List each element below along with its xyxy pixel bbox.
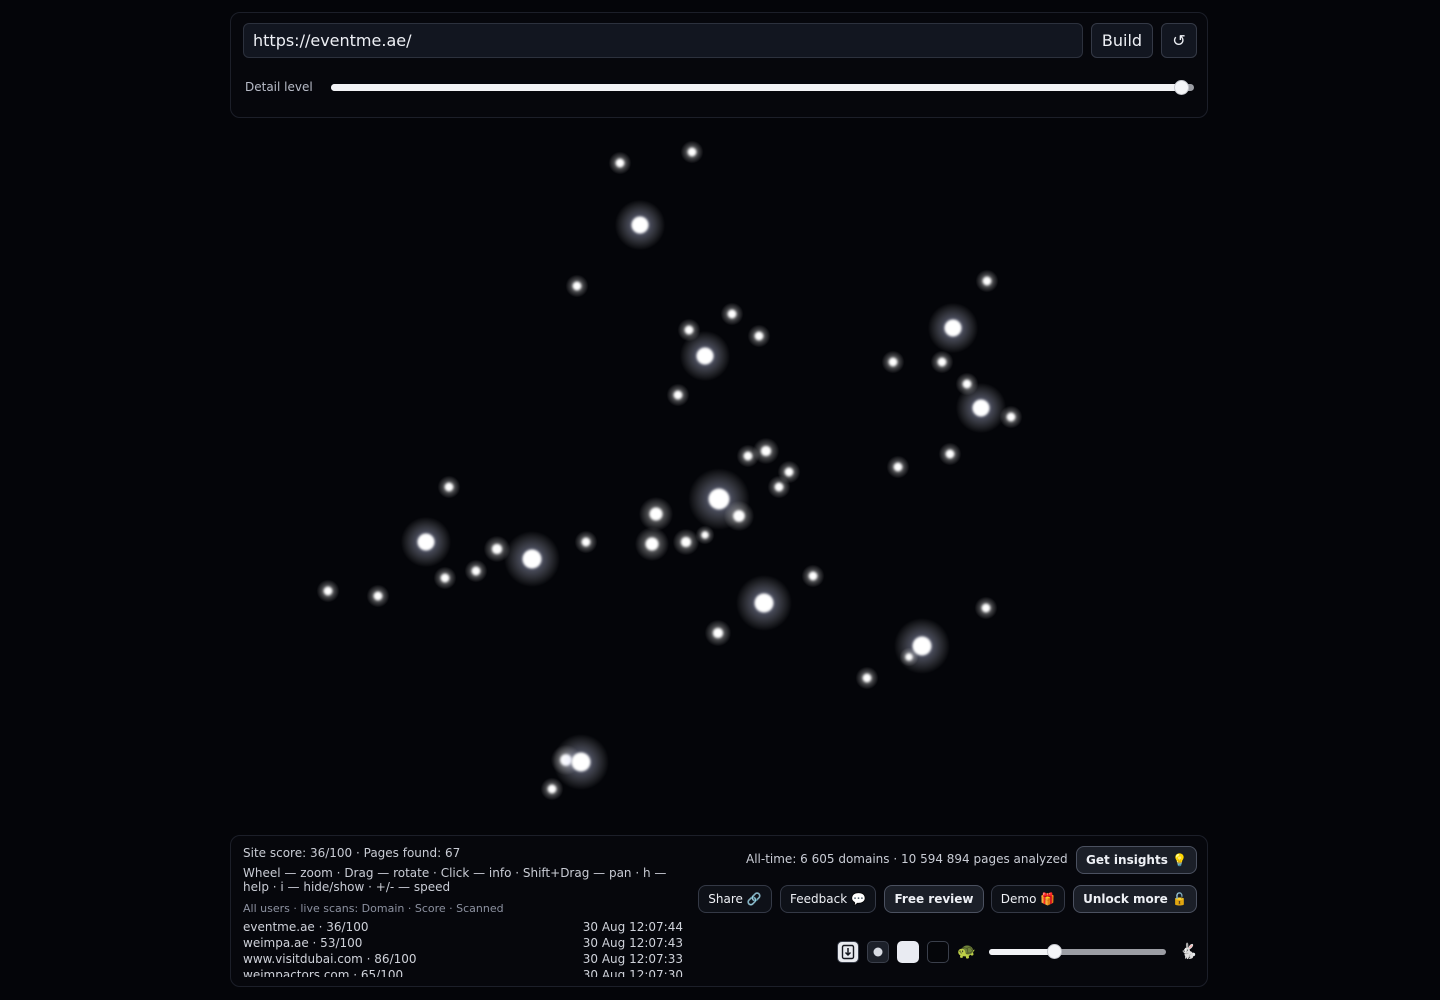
list-item[interactable]: weimpactors.com · 65/100 30 Aug 12:07:30 bbox=[243, 967, 683, 977]
free-review-button[interactable]: Free review bbox=[884, 885, 984, 913]
list-item[interactable]: www.visitdubai.com · 86/100 30 Aug 12:07… bbox=[243, 951, 683, 967]
graph-node[interactable] bbox=[955, 382, 1007, 434]
scan-time: 30 Aug 12:07:43 bbox=[582, 936, 683, 950]
node-style-button[interactable] bbox=[867, 941, 889, 963]
graph-node[interactable] bbox=[540, 777, 564, 801]
share-button[interactable]: Share 🔗 bbox=[698, 885, 772, 913]
dot-icon bbox=[873, 947, 883, 957]
graph-node[interactable] bbox=[553, 734, 609, 790]
build-button[interactable]: Build bbox=[1091, 23, 1153, 58]
demo-button[interactable]: Demo 🎁 bbox=[991, 885, 1065, 913]
graph-node[interactable] bbox=[801, 564, 825, 588]
detail-level-slider[interactable] bbox=[331, 80, 1194, 95]
scan-domain: eventme.ae · 36/100 bbox=[243, 920, 369, 934]
detail-level-label: Detail level bbox=[245, 80, 313, 94]
rabbit-icon: 🐇 bbox=[1179, 942, 1198, 960]
scan-domain: weimpactors.com · 65/100 bbox=[243, 968, 404, 977]
graph-node[interactable] bbox=[899, 647, 919, 667]
graph-node[interactable] bbox=[704, 619, 732, 647]
graph-node[interactable] bbox=[666, 383, 690, 407]
graph-node[interactable] bbox=[695, 525, 715, 545]
graph-node[interactable] bbox=[767, 475, 791, 499]
detail-level-thumb[interactable] bbox=[1174, 80, 1190, 95]
download-icon bbox=[841, 944, 855, 960]
graph-node[interactable] bbox=[574, 530, 598, 554]
graph-node[interactable] bbox=[886, 455, 910, 479]
graph-node[interactable] bbox=[638, 496, 674, 532]
graph-node[interactable] bbox=[736, 575, 792, 631]
graph-node[interactable] bbox=[464, 559, 488, 583]
speed-thumb[interactable] bbox=[1047, 944, 1063, 959]
speed-fill bbox=[989, 949, 1055, 955]
graph-node[interactable] bbox=[894, 618, 950, 674]
url-panel: Build ↺ Detail level bbox=[230, 12, 1208, 118]
graph-node[interactable] bbox=[975, 269, 999, 293]
live-scans-header: All users · live scans: Domain · Score ·… bbox=[243, 902, 504, 915]
graph-node[interactable] bbox=[930, 350, 954, 374]
get-insights-button[interactable]: Get insights 💡 bbox=[1076, 846, 1197, 874]
graph-node[interactable] bbox=[723, 500, 755, 532]
url-input[interactable] bbox=[243, 23, 1083, 58]
graph-node[interactable] bbox=[747, 324, 771, 348]
graph-node[interactable] bbox=[366, 584, 390, 608]
graph-node[interactable] bbox=[504, 531, 560, 587]
feedback-button[interactable]: Feedback 💬 bbox=[780, 885, 876, 913]
help-text: Wheel — zoom · Drag — rotate · Click — i… bbox=[243, 866, 667, 894]
refresh-icon: ↺ bbox=[1172, 31, 1186, 50]
graph-node[interactable] bbox=[400, 516, 452, 568]
graph-node[interactable] bbox=[634, 526, 670, 562]
stats-panel: Site score: 36/100 · Pages found: 67 Whe… bbox=[230, 835, 1208, 987]
list-item[interactable]: weimpa.ae · 53/100 30 Aug 12:07:43 bbox=[243, 935, 683, 951]
graph-node[interactable] bbox=[672, 528, 700, 556]
scan-time: 30 Aug 12:07:30 bbox=[582, 968, 683, 977]
live-scans-list: eventme.ae · 36/100 30 Aug 12:07:44 weim… bbox=[243, 919, 683, 977]
list-item[interactable]: eventme.ae · 36/100 30 Aug 12:07:44 bbox=[243, 919, 683, 935]
graph-node[interactable] bbox=[565, 274, 589, 298]
graph-node[interactable] bbox=[999, 405, 1023, 429]
detail-level-fill bbox=[331, 84, 1182, 91]
alltime-stats: All-time: 6 605 domains · 10 594 894 pag… bbox=[746, 852, 1068, 866]
graph-node[interactable] bbox=[855, 666, 879, 690]
graph-node[interactable] bbox=[720, 302, 744, 326]
scan-domain: www.visitdubai.com · 86/100 bbox=[243, 952, 417, 966]
download-button[interactable] bbox=[837, 941, 859, 963]
scan-domain: weimpa.ae · 53/100 bbox=[243, 936, 363, 950]
graph-node[interactable] bbox=[608, 151, 632, 175]
speed-slider[interactable] bbox=[989, 944, 1166, 959]
graph-node[interactable] bbox=[679, 330, 731, 382]
graph-node[interactable] bbox=[974, 596, 998, 620]
graph-node[interactable] bbox=[881, 350, 905, 374]
site-score-text: Site score: 36/100 · Pages found: 67 bbox=[243, 846, 461, 860]
scan-time: 30 Aug 12:07:33 bbox=[582, 952, 683, 966]
graph-node[interactable] bbox=[938, 442, 962, 466]
unlock-more-button[interactable]: Unlock more 🔓 bbox=[1073, 885, 1197, 913]
graph-node[interactable] bbox=[927, 302, 979, 354]
light-theme-button[interactable] bbox=[897, 941, 919, 963]
graph-node[interactable] bbox=[437, 475, 461, 499]
graph-node[interactable] bbox=[614, 199, 666, 251]
turtle-icon: 🐢 bbox=[957, 942, 976, 960]
graph-node[interactable] bbox=[316, 579, 340, 603]
reset-button[interactable]: ↺ bbox=[1161, 23, 1197, 58]
graph-node[interactable] bbox=[433, 566, 457, 590]
scan-time: 30 Aug 12:07:44 bbox=[582, 920, 683, 934]
graph-node[interactable] bbox=[752, 437, 780, 465]
graph-node[interactable] bbox=[680, 140, 704, 164]
dark-theme-button[interactable] bbox=[927, 941, 949, 963]
